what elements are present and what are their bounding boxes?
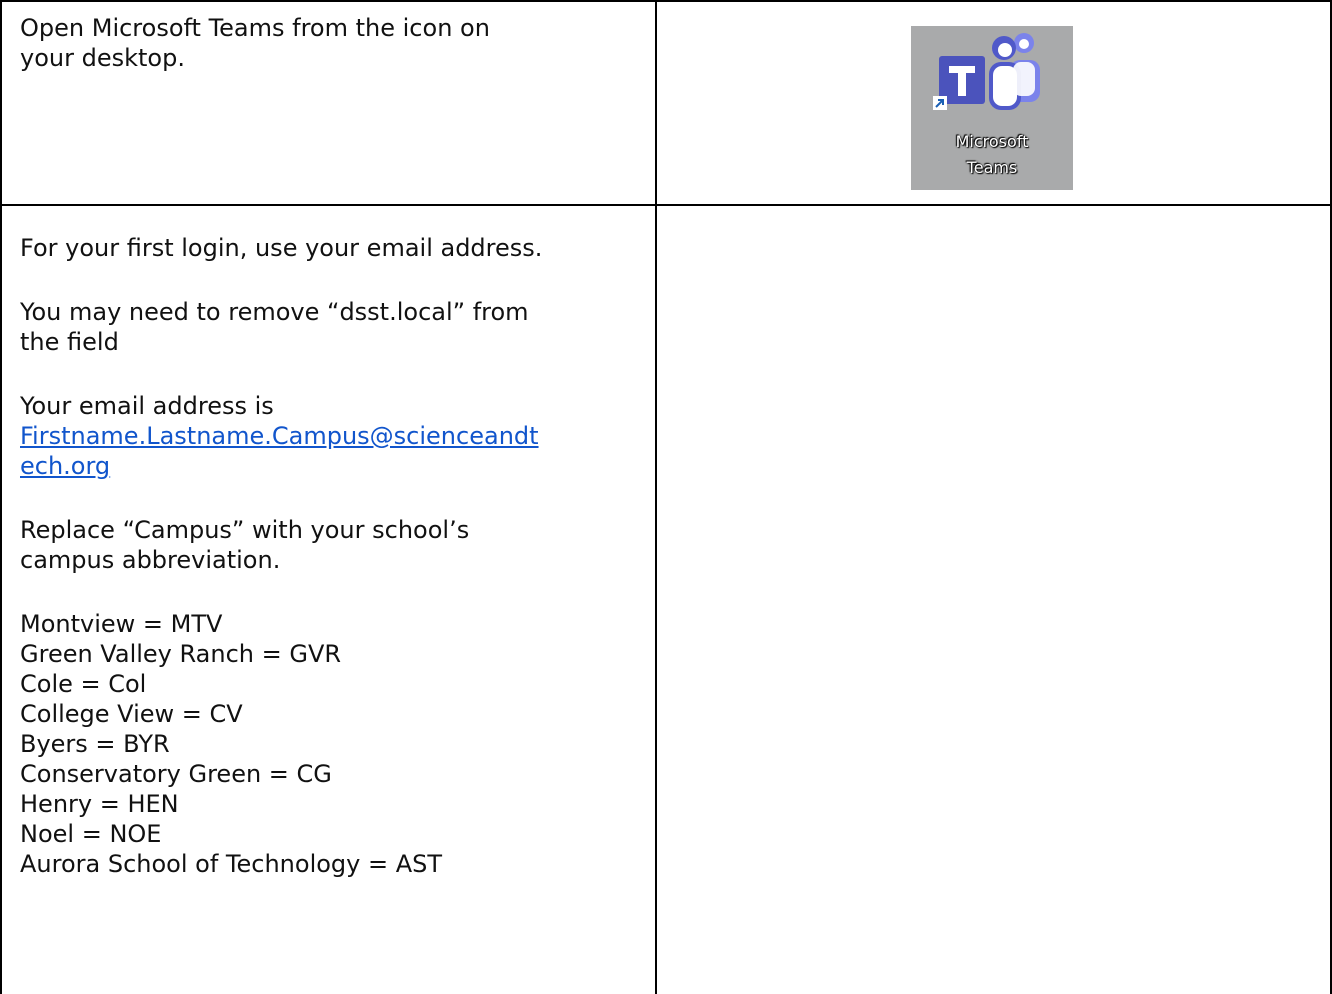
instruction-line: your desktop. xyxy=(20,44,185,72)
replace-campus-note: campus abbreviation. xyxy=(20,546,281,574)
teams-icon-label: Teams xyxy=(966,158,1018,177)
table-row: Open Microsoft Teams from the icon on yo… xyxy=(0,0,1332,204)
teams-icon-label: Microsoft xyxy=(955,132,1029,151)
email-address-label: Your email address is xyxy=(20,392,274,420)
open-teams-instruction: Open Microsoft Teams from the icon on yo… xyxy=(20,13,640,73)
remove-domain-note: the field xyxy=(20,328,119,356)
instruction-line: Open Microsoft Teams from the icon on xyxy=(20,14,490,42)
list-item: Green Valley Ranch = GVR xyxy=(20,640,342,668)
list-item: College View = CV xyxy=(20,700,243,728)
login-instructions: For your first login, use your email add… xyxy=(20,233,640,879)
list-item: Noel = NOE xyxy=(20,820,162,848)
list-item: Montview = MTV xyxy=(20,610,223,638)
replace-campus-note: Replace “Campus” with your school’s xyxy=(20,516,470,544)
login-instruction-line: For your first login, use your email add… xyxy=(20,234,543,262)
table-row: For your first login, use your email add… xyxy=(0,204,1332,994)
email-address-link[interactable]: Firstname.Lastname.Campus@scienceandt xyxy=(20,422,539,450)
campus-abbreviation-list: Montview = MTV Green Valley Ranch = GVR … xyxy=(20,609,640,879)
remove-domain-note: You may need to remove “dsst.local” from xyxy=(20,298,529,326)
instruction-table: Open Microsoft Teams from the icon on yo… xyxy=(0,0,1332,994)
email-address-link[interactable]: ech.org xyxy=(20,452,110,480)
microsoft-teams-icon[interactable]: Microsoft Teams xyxy=(911,26,1073,190)
list-item: Henry = HEN xyxy=(20,790,179,818)
empty-screenshot-cell xyxy=(657,206,1330,994)
list-item: Conservatory Green = CG xyxy=(20,760,332,788)
list-item: Cole = Col xyxy=(20,670,147,698)
list-item: Byers = BYR xyxy=(20,730,170,758)
list-item: Aurora School of Technology = AST xyxy=(20,850,443,878)
